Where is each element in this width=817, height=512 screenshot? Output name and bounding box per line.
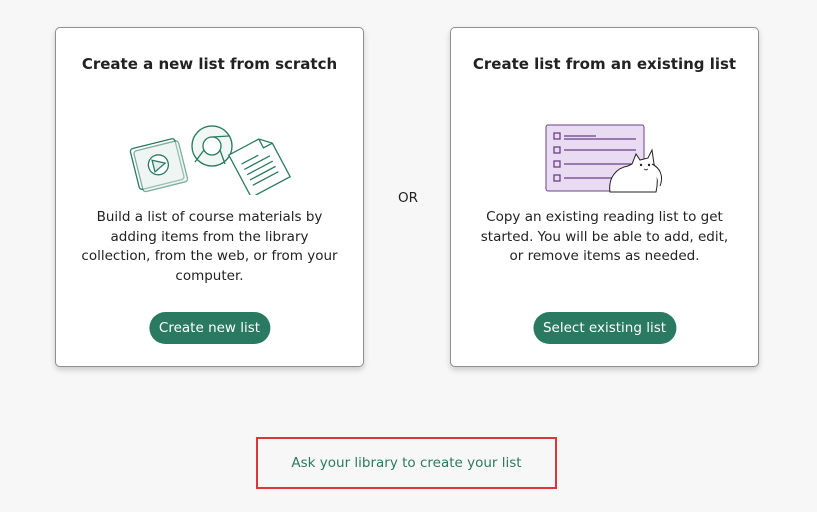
create-new-list-card: Create a new list from scratch Build a l… [55, 27, 364, 367]
card-title: Create a new list from scratch [81, 55, 338, 73]
existing-list-illustration [451, 120, 758, 195]
ask-library-highlight: Ask your library to create your list [256, 437, 557, 489]
or-separator: OR [397, 190, 418, 206]
create-new-list-button[interactable]: Create new list [148, 312, 271, 344]
checklist-cat-icon [545, 124, 662, 193]
ask-library-link[interactable]: Ask your library to create your list [291, 455, 521, 471]
media-web-document-icon [129, 125, 291, 195]
card-description: Build a list of course materials by addi… [81, 209, 338, 284]
new-list-illustration [56, 120, 363, 195]
card-title: Create list from an existing list [472, 55, 737, 73]
select-existing-list-button[interactable]: Select existing list [532, 312, 677, 344]
card-description: Copy an existing reading list to get sta… [480, 209, 729, 264]
existing-list-card: Create list from an existing list Copy a… [450, 27, 759, 367]
